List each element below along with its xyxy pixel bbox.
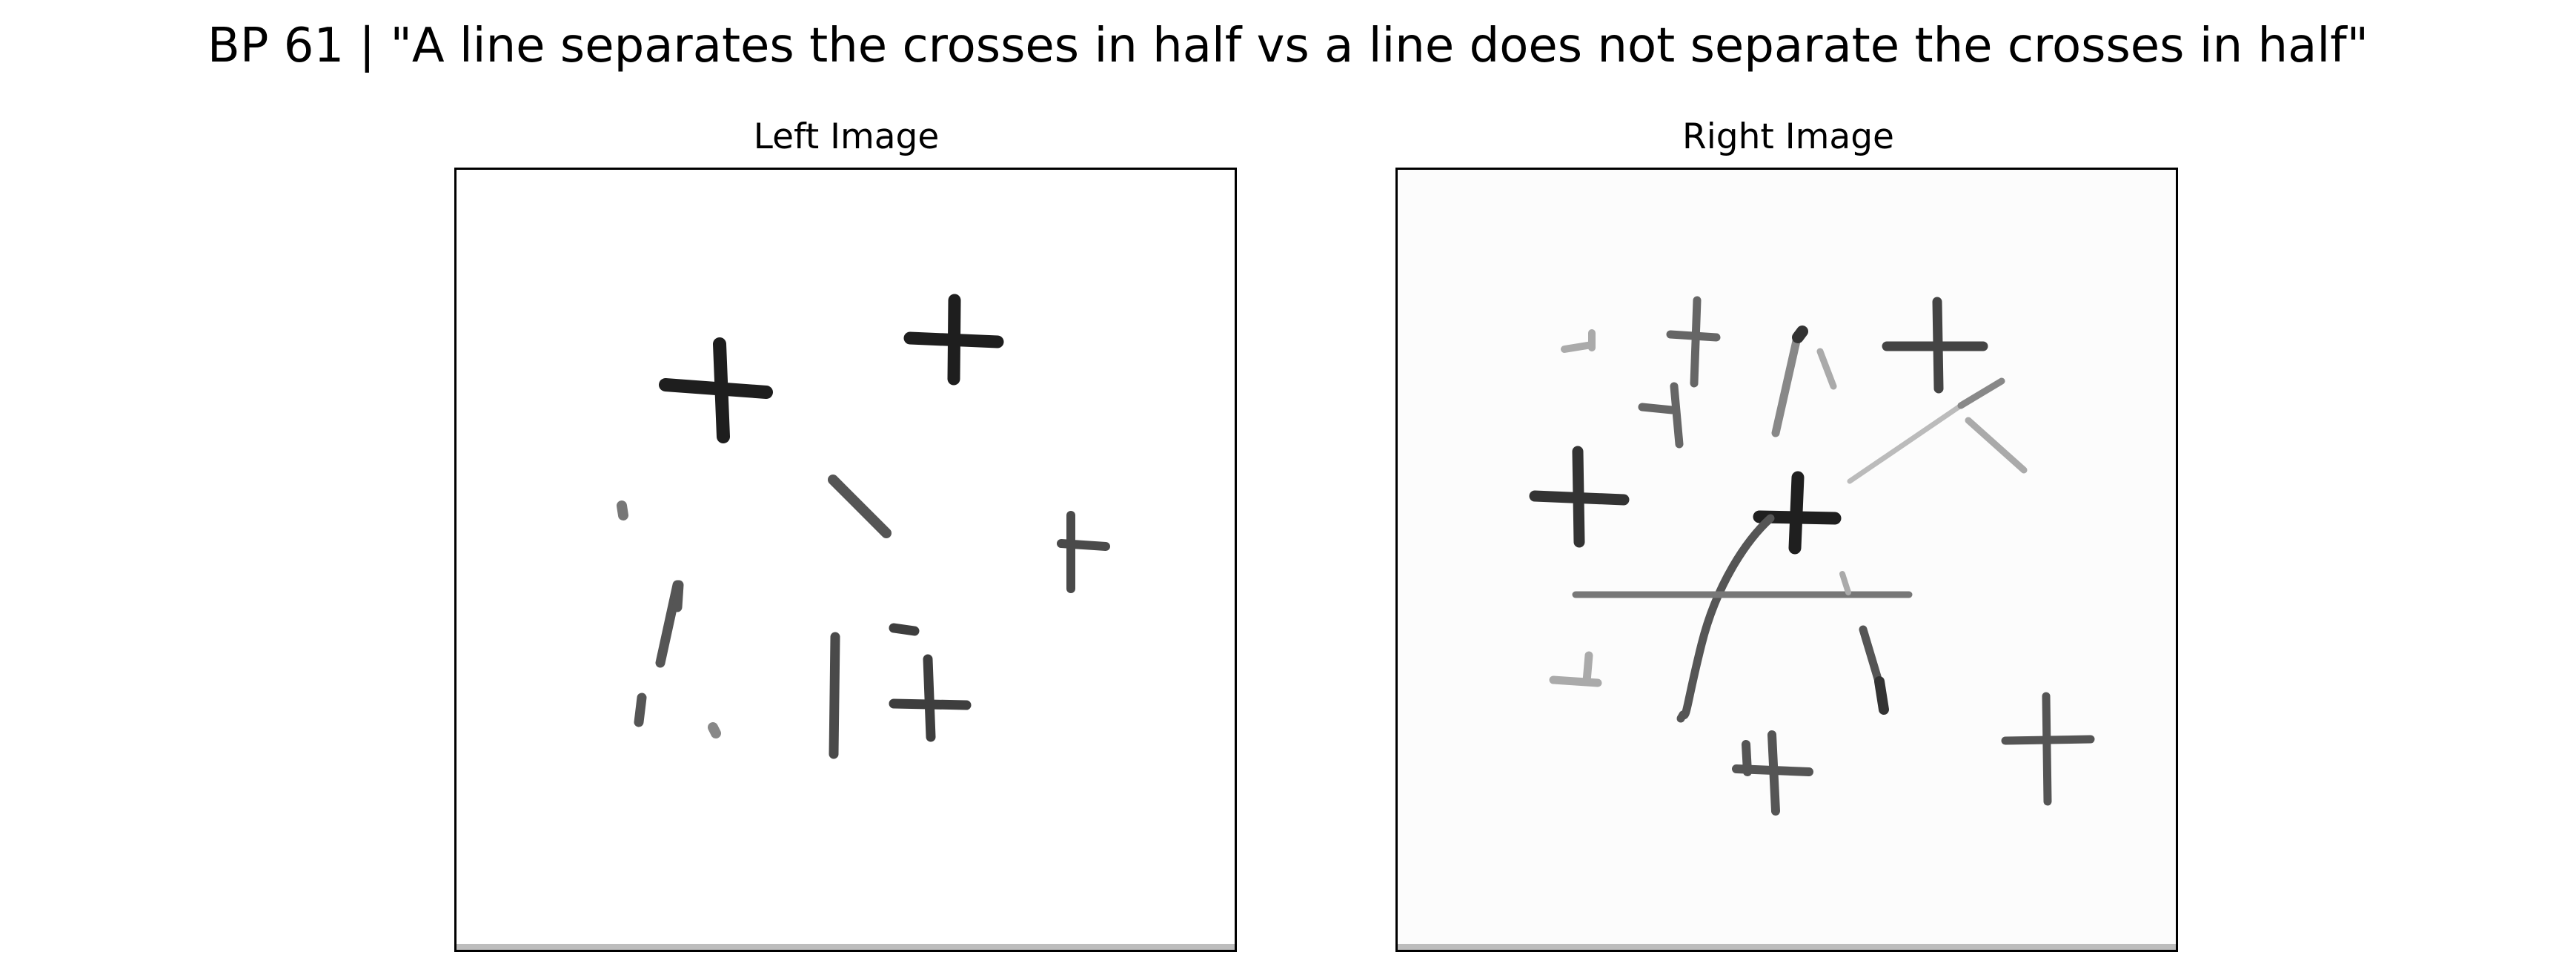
stroke-mark — [829, 632, 840, 759]
stroke-mark — [1676, 710, 1687, 723]
right-image-panel — [1395, 168, 2178, 952]
figure-title: BP 61 | "A line separates the crosses in… — [207, 19, 2369, 73]
stroke-mark — [1874, 676, 1889, 715]
panel-bottom-edge — [457, 944, 1235, 950]
cross-shape — [889, 623, 972, 742]
dot-mark — [708, 722, 721, 738]
panel-bottom-edge — [1398, 944, 2176, 950]
right-image-title: Right Image — [1682, 116, 1894, 157]
stroke-mark — [1792, 325, 1808, 343]
left-image-title: Left Image — [753, 116, 940, 157]
stroke-mark — [828, 475, 892, 538]
stroke-mark — [634, 580, 684, 727]
left-image-drawing — [617, 294, 1110, 759]
right-image-drawing — [1398, 170, 2176, 950]
stroke-mark — [1561, 341, 1596, 353]
cross-shape — [903, 294, 1004, 386]
cross-shape — [659, 337, 773, 443]
dot-mark — [617, 500, 628, 520]
left-image-panel — [454, 168, 1237, 952]
cross-shape — [1057, 511, 1110, 593]
